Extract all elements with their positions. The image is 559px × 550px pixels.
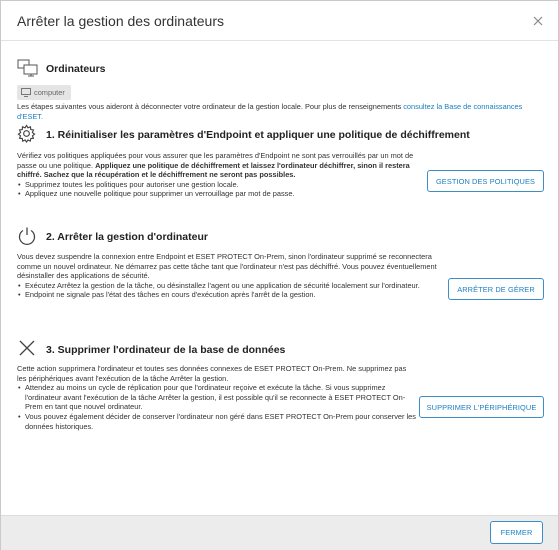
step3-heading: 3. Supprimer l'ordinateur de la base de … [46, 344, 286, 356]
computer-chip-label: computer [34, 88, 65, 97]
step3-text: Cette action supprimera l'ordinateur et … [17, 364, 417, 431]
list-item: Appliquez une nouvelle politique pour su… [17, 189, 427, 199]
step1-bullet-list: Supprimez toutes les politiques pour aut… [17, 180, 427, 199]
dialog-header: Arrêter la gestion des ordinateurs [1, 1, 558, 41]
monitor-icon [21, 88, 31, 97]
step2-heading: 2. Arrêter la gestion d'ordinateur [46, 231, 208, 243]
step2-text-body: Vous devez suspendre la connexion entre … [17, 252, 437, 281]
list-item: Vous pouvez également décider de conserv… [17, 412, 417, 431]
stop-managing-dialog: Arrêter la gestion des ordinateurs Ordin… [0, 0, 559, 550]
computers-intro: Les étapes suivantes vous aideront à déc… [17, 102, 527, 121]
step1-heading: 1. Réinitialiser les paramètres d'Endpoi… [46, 129, 470, 141]
step3-bullet-list: Attendez au moins un cycle de réplicatio… [17, 383, 417, 431]
step1-text: Vérifiez vos politiques appliquées pour … [17, 151, 427, 199]
stop-managing-button[interactable]: ARRÊTER DE GÉRER [448, 278, 544, 300]
dialog-title: Arrêter la gestion des ordinateurs [17, 13, 224, 29]
step2-text: Vous devez suspendre la connexion entre … [17, 252, 437, 300]
delete-x-icon [19, 340, 35, 356]
step2-bullet-list: Exécutez Arrêtez la gestion de la tâche,… [17, 281, 437, 300]
list-item: Endpoint ne signale pas l'état des tâche… [17, 290, 437, 300]
list-item: Attendez au moins un cycle de réplicatio… [17, 383, 417, 412]
list-item: Exécutez Arrêtez la gestion de la tâche,… [17, 281, 437, 291]
computers-heading: Ordinateurs [46, 63, 106, 75]
dialog-content: Ordinateurs computer Les étapes suivante… [1, 42, 558, 515]
power-icon [18, 227, 36, 245]
computers-icon [17, 59, 38, 77]
intro-text: Les étapes suivantes vous aideront à déc… [17, 102, 404, 111]
step3-text-body: Cette action supprimera l'ordinateur et … [17, 364, 407, 383]
computer-chip[interactable]: computer [17, 85, 71, 100]
close-button[interactable]: FERMER [490, 521, 543, 544]
dialog-footer: FERMER [1, 515, 558, 550]
gear-icon [17, 124, 36, 143]
list-item: Supprimez toutes les politiques pour aut… [17, 180, 427, 190]
close-icon[interactable] [531, 14, 545, 28]
manage-policies-button[interactable]: GESTION DES POLITIQUES [427, 170, 544, 192]
delete-device-button[interactable]: SUPPRIMER L'PÉRIPHÉRIQUE [419, 396, 544, 418]
